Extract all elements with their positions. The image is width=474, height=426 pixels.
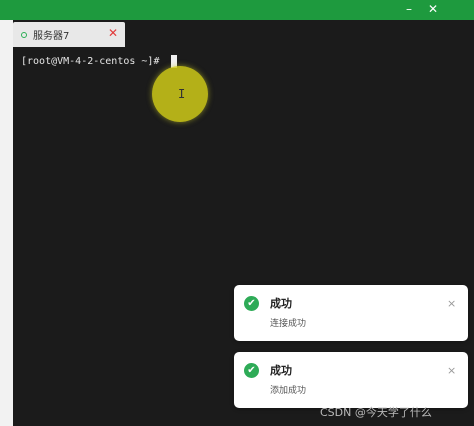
left-panel: [0, 20, 13, 426]
watermark: CSDN @今天学了什么: [320, 406, 432, 419]
text-cursor-icon: I: [178, 87, 186, 101]
toast-close-icon[interactable]: ×: [447, 297, 456, 310]
session-tab[interactable]: 服务器7 ✕: [13, 22, 125, 47]
check-circle-icon: ✔: [244, 296, 259, 311]
shell-prompt: [root@VM-4-2-centos ~]#: [21, 56, 160, 67]
toast-message: 添加成功: [270, 386, 307, 396]
tab-label: 服务器7: [33, 31, 70, 42]
title-bar: – ✕: [0, 0, 474, 20]
close-window-button[interactable]: ✕: [428, 2, 438, 16]
tab-close-icon[interactable]: ✕: [108, 26, 118, 40]
toast-title: 成功: [270, 297, 292, 310]
toast-notification: ✔ 成功 添加成功 ×: [234, 352, 468, 408]
check-circle-icon: ✔: [244, 363, 259, 378]
tab-bar: 服务器7 ✕: [13, 20, 474, 47]
toast-title: 成功: [270, 364, 292, 377]
toast-notification: ✔ 成功 连接成功 ×: [234, 285, 468, 341]
status-dot-icon: [21, 32, 27, 38]
minimize-button[interactable]: –: [406, 2, 412, 16]
toast-message: 连接成功: [270, 319, 307, 329]
toast-close-icon[interactable]: ×: [447, 364, 456, 377]
